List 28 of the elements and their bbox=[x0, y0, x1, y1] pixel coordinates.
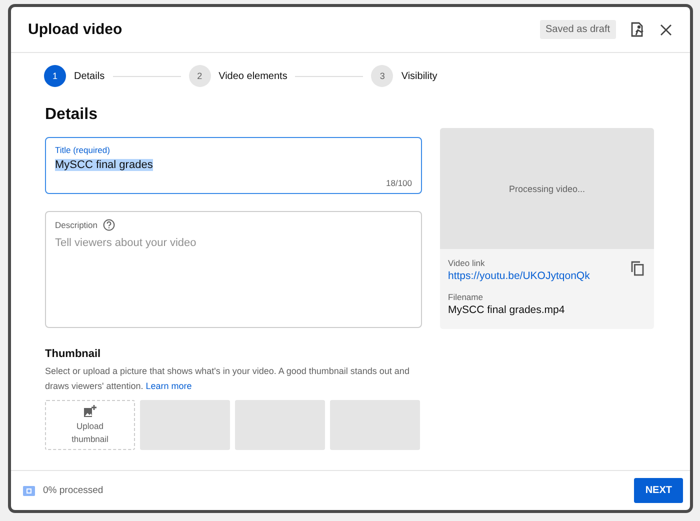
thumbnail-description: Select or upload a picture that shows what's in your video. A good thumbnail stands out and draws viewers' attention. Learn more bbox=[45, 365, 410, 393]
thumbnail-placeholder[interactable] bbox=[140, 400, 230, 450]
draft-badge: Saved as draft bbox=[540, 20, 616, 39]
section-title: Details bbox=[45, 106, 98, 124]
step-tab[interactable]: 3 Visibility bbox=[371, 65, 438, 87]
upload-thumbnail-button[interactable]: Upload thumbnail bbox=[45, 400, 135, 450]
next-button[interactable]: NEXT bbox=[634, 478, 683, 503]
feedback-icon[interactable] bbox=[630, 20, 646, 38]
video-link-label: Video link bbox=[448, 258, 486, 268]
video-link[interactable]: https://youtu.be/UKOJytqonQk bbox=[448, 270, 590, 282]
help-icon[interactable] bbox=[102, 219, 115, 231]
copy-icon[interactable] bbox=[631, 261, 644, 276]
thumbnail-placeholder[interactable] bbox=[235, 400, 325, 450]
thumbnail-placeholder[interactable] bbox=[330, 400, 420, 450]
thumbnail-heading: Thumbnail bbox=[45, 348, 102, 360]
progress-text: 0% processed bbox=[43, 485, 104, 496]
dialog-title: Upload video bbox=[28, 21, 124, 38]
step-tab[interactable]: 2 Video elements bbox=[188, 65, 288, 87]
filename: MySCC final grades.mp4 bbox=[448, 304, 566, 316]
processing-text: Processing video... bbox=[508, 184, 586, 194]
title-field[interactable]: Title (required) MySCC final grades 18/100 bbox=[45, 137, 422, 194]
learn-more-link[interactable]: Learn more bbox=[146, 381, 192, 391]
step-tab[interactable]: 1 Details bbox=[44, 65, 105, 87]
close-icon[interactable] bbox=[660, 24, 672, 36]
add-image-icon bbox=[83, 404, 97, 418]
filename-label: Filename bbox=[448, 292, 484, 302]
progress-icon bbox=[23, 486, 35, 496]
description-field[interactable]: Description Tell viewers about your video bbox=[45, 211, 422, 328]
